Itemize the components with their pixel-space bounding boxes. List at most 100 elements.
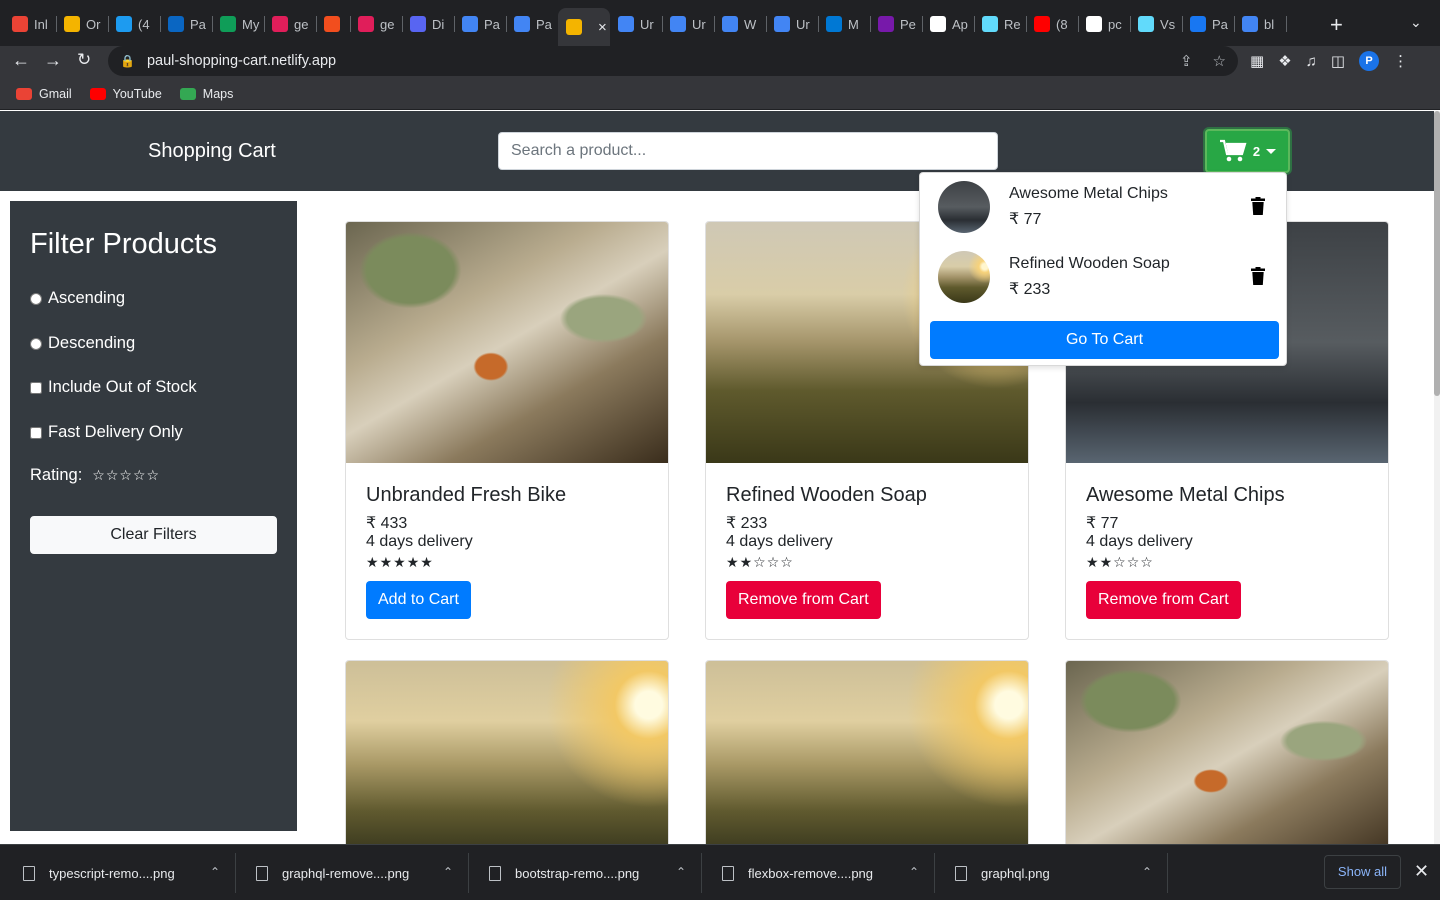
go-to-cart-button[interactable]: Go To Cart [930,321,1279,359]
download-item[interactable]: typescript-remo....png ⌃ [3,845,236,901]
scrollbar-thumb[interactable] [1434,111,1440,396]
browser-tab[interactable]: bl [1234,10,1287,38]
fast-delivery-option[interactable]: Fast Delivery Only [30,423,183,442]
rating-stars[interactable]: ☆ ☆ ☆ ☆ ☆ [92,467,159,484]
browser-tab[interactable]: Pa [160,10,213,38]
out-of-stock-checkbox[interactable] [30,381,42,394]
maps-icon [179,87,196,100]
media-control-icon[interactable]: ♫ [1306,53,1317,70]
profile-avatar[interactable]: P [1359,51,1380,71]
chevron-up-icon[interactable]: ⌃ [443,865,453,879]
browser-tab[interactable]: Ur [662,10,715,38]
browser-tab[interactable]: M [818,10,871,38]
react-icon [1138,16,1154,32]
cart-dropdown-menu: Awesome Metal Chips ₹ 77 Refined Wooden … [919,172,1287,366]
cart-item-price: ₹ 233 [1009,281,1051,298]
bookmark-gmail[interactable]: Gmail [16,87,72,101]
star-empty-icon[interactable]: ☆ [106,467,119,484]
chevron-up-icon[interactable]: ⌃ [676,865,686,879]
product-title: Unbranded Fresh Bike [366,484,567,506]
out-of-stock-option[interactable]: Include Out of Stock [30,378,197,397]
browser-tab[interactable]: Pa [454,10,507,38]
chevron-up-icon[interactable]: ⌃ [1142,865,1152,879]
downloads-bar: typescript-remo....png ⌃ graphql-remove...… [0,844,1440,900]
side-panel-icon[interactable]: ◫ [1331,52,1345,70]
new-tab-button[interactable]: + [1330,12,1343,38]
browser-tab[interactable]: Ap [922,10,975,38]
download-filename: graphql-remove....png [282,865,410,881]
forward-arrow-icon[interactable]: → [44,50,62,71]
browser-tab[interactable]: Pa [1182,10,1235,38]
star-empty-icon[interactable]: ☆ [147,467,160,484]
discord-icon [410,16,426,32]
file-icon [489,865,501,881]
cart-count-badge: 2 [1252,143,1261,159]
address-bar[interactable]: 🔒 paul-shopping-cart.netlify.app ⇪ ☆ [108,46,1238,76]
tab-title: Ur [796,16,810,32]
tab-search-chevron-icon[interactable]: ⌄ [1410,14,1422,31]
cart-dropdown-button[interactable]: 2 [1205,129,1290,173]
chevron-up-icon[interactable]: ⌃ [909,865,919,879]
browser-tab[interactable]: × [558,8,610,46]
descending-radio[interactable] [30,337,42,350]
show-all-downloads-button[interactable]: Show all [1324,855,1401,889]
clear-filters-button[interactable]: Clear Filters [30,516,277,554]
browser-tab[interactable]: Di [402,10,455,38]
browser-tab[interactable]: ge [264,10,317,38]
star-empty-icon[interactable]: ☆ [92,467,105,484]
search-input[interactable] [498,132,998,170]
browser-tab[interactable]: Ur [610,10,663,38]
browser-tab[interactable]: pc [1078,10,1131,38]
remove-from-cart-button[interactable]: Remove from Cart [726,581,881,619]
browser-tab[interactable]: Pa [506,10,559,38]
browser-tab[interactable]: Or [56,10,109,38]
close-icon[interactable]: ✕ [1414,861,1429,882]
browser-tab[interactable]: Ur [766,10,819,38]
browser-tab[interactable]: (8 [1026,10,1079,38]
browser-tab[interactable]: My [212,10,265,38]
page-scrollbar[interactable] [1434,111,1440,844]
browser-tab[interactable]: Vs [1130,10,1183,38]
descending-option[interactable]: Descending [30,334,135,353]
brand-link[interactable]: Shopping Cart [148,140,276,163]
browser-tab[interactable]: Pe [870,10,923,38]
browser-tab[interactable]: W [714,10,767,38]
product-price: ₹ 77 [1086,515,1119,532]
puzzle-extensions-icon[interactable]: ❖ [1278,52,1291,70]
browser-menu-icon[interactable]: ⋮ [1393,52,1408,70]
bookmark-maps[interactable]: Maps [179,86,234,101]
reload-icon[interactable]: ↻ [77,50,91,70]
download-item[interactable]: graphql-remove....png ⌃ [236,845,469,901]
trash-icon[interactable] [1251,267,1265,285]
download-item[interactable]: bootstrap-remo....png ⌃ [469,845,702,901]
product-price: ₹ 233 [726,515,768,532]
browser-tab[interactable]: (4 [108,10,161,38]
bookmark-label: Maps [202,86,234,101]
star-empty-icon[interactable]: ☆ [133,467,146,484]
star-empty-icon[interactable]: ☆ [119,467,132,484]
docs-icon [722,16,738,32]
back-arrow-icon[interactable]: ← [12,50,30,71]
browser-tab[interactable]: ge [350,10,403,38]
add-to-cart-button[interactable]: Add to Cart [366,581,471,619]
fast-delivery-checkbox[interactable] [30,426,42,439]
chevron-up-icon[interactable]: ⌃ [210,865,220,879]
browser-tab[interactable]: Inl [4,10,57,38]
browser-tab[interactable] [316,10,351,38]
url-text: paul-shopping-cart.netlify.app [146,53,337,69]
tab-title: Ap [952,16,968,32]
download-item[interactable]: flexbox-remove....png ⌃ [702,845,935,901]
remove-from-cart-button[interactable]: Remove from Cart [1086,581,1241,619]
close-tab-icon[interactable]: × [598,19,607,36]
extension-icon[interactable]: ▦ [1250,52,1264,70]
browser-tab[interactable]: Re [974,10,1027,38]
download-item[interactable]: graphql.png ⌃ [935,845,1168,901]
ascending-radio[interactable] [30,292,42,305]
ascending-option[interactable]: Ascending [30,289,125,308]
google-icon [1242,16,1258,32]
bookmark-star-icon[interactable]: ☆ [1213,52,1226,70]
share-icon[interactable]: ⇪ [1180,52,1193,70]
trash-icon[interactable] [1251,197,1265,215]
slack-icon [358,16,374,32]
bookmark-youtube[interactable]: YouTube [89,87,162,101]
